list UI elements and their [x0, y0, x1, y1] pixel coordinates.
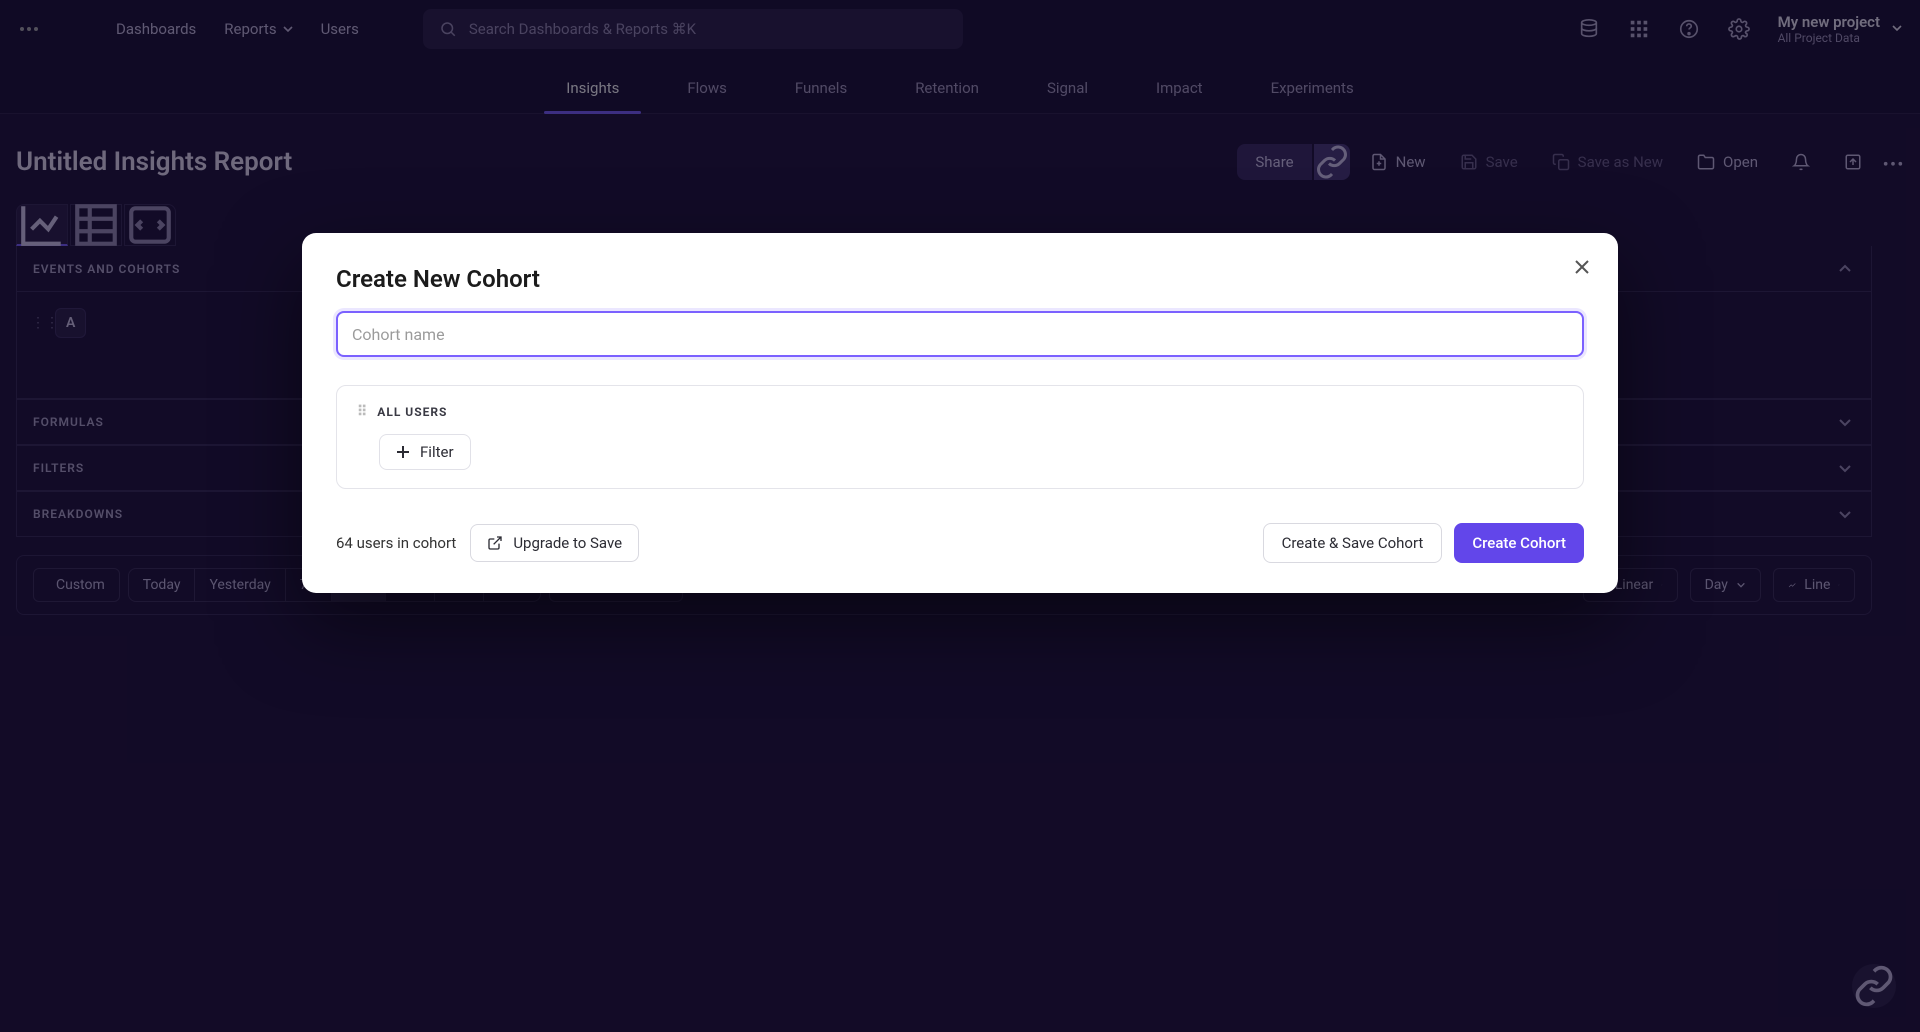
group-title: ALL USERS [377, 405, 447, 419]
filter-label: Filter [420, 443, 454, 461]
modal-footer: 64 users in cohort Upgrade to Save Creat… [336, 523, 1584, 563]
add-filter-button[interactable]: Filter [379, 434, 471, 470]
upgrade-to-save-button[interactable]: Upgrade to Save [470, 524, 639, 562]
create-save-cohort-button[interactable]: Create & Save Cohort [1263, 523, 1443, 563]
create-cohort-button[interactable]: Create Cohort [1454, 523, 1584, 563]
cohort-user-count: 64 users in cohort [336, 534, 456, 552]
close-icon[interactable] [1570, 255, 1594, 279]
upgrade-label: Upgrade to Save [513, 534, 622, 552]
plus-icon [396, 445, 410, 459]
cohort-group: ⠿ ALL USERS Filter [336, 385, 1584, 489]
drag-handle-icon[interactable]: ⠿ [357, 404, 365, 420]
create-cohort-modal: Create New Cohort ⠿ ALL USERS Filter 64 … [302, 233, 1618, 593]
external-link-icon [487, 535, 503, 551]
cohort-name-input[interactable] [336, 311, 1584, 357]
modal-title: Create New Cohort [336, 265, 1584, 293]
